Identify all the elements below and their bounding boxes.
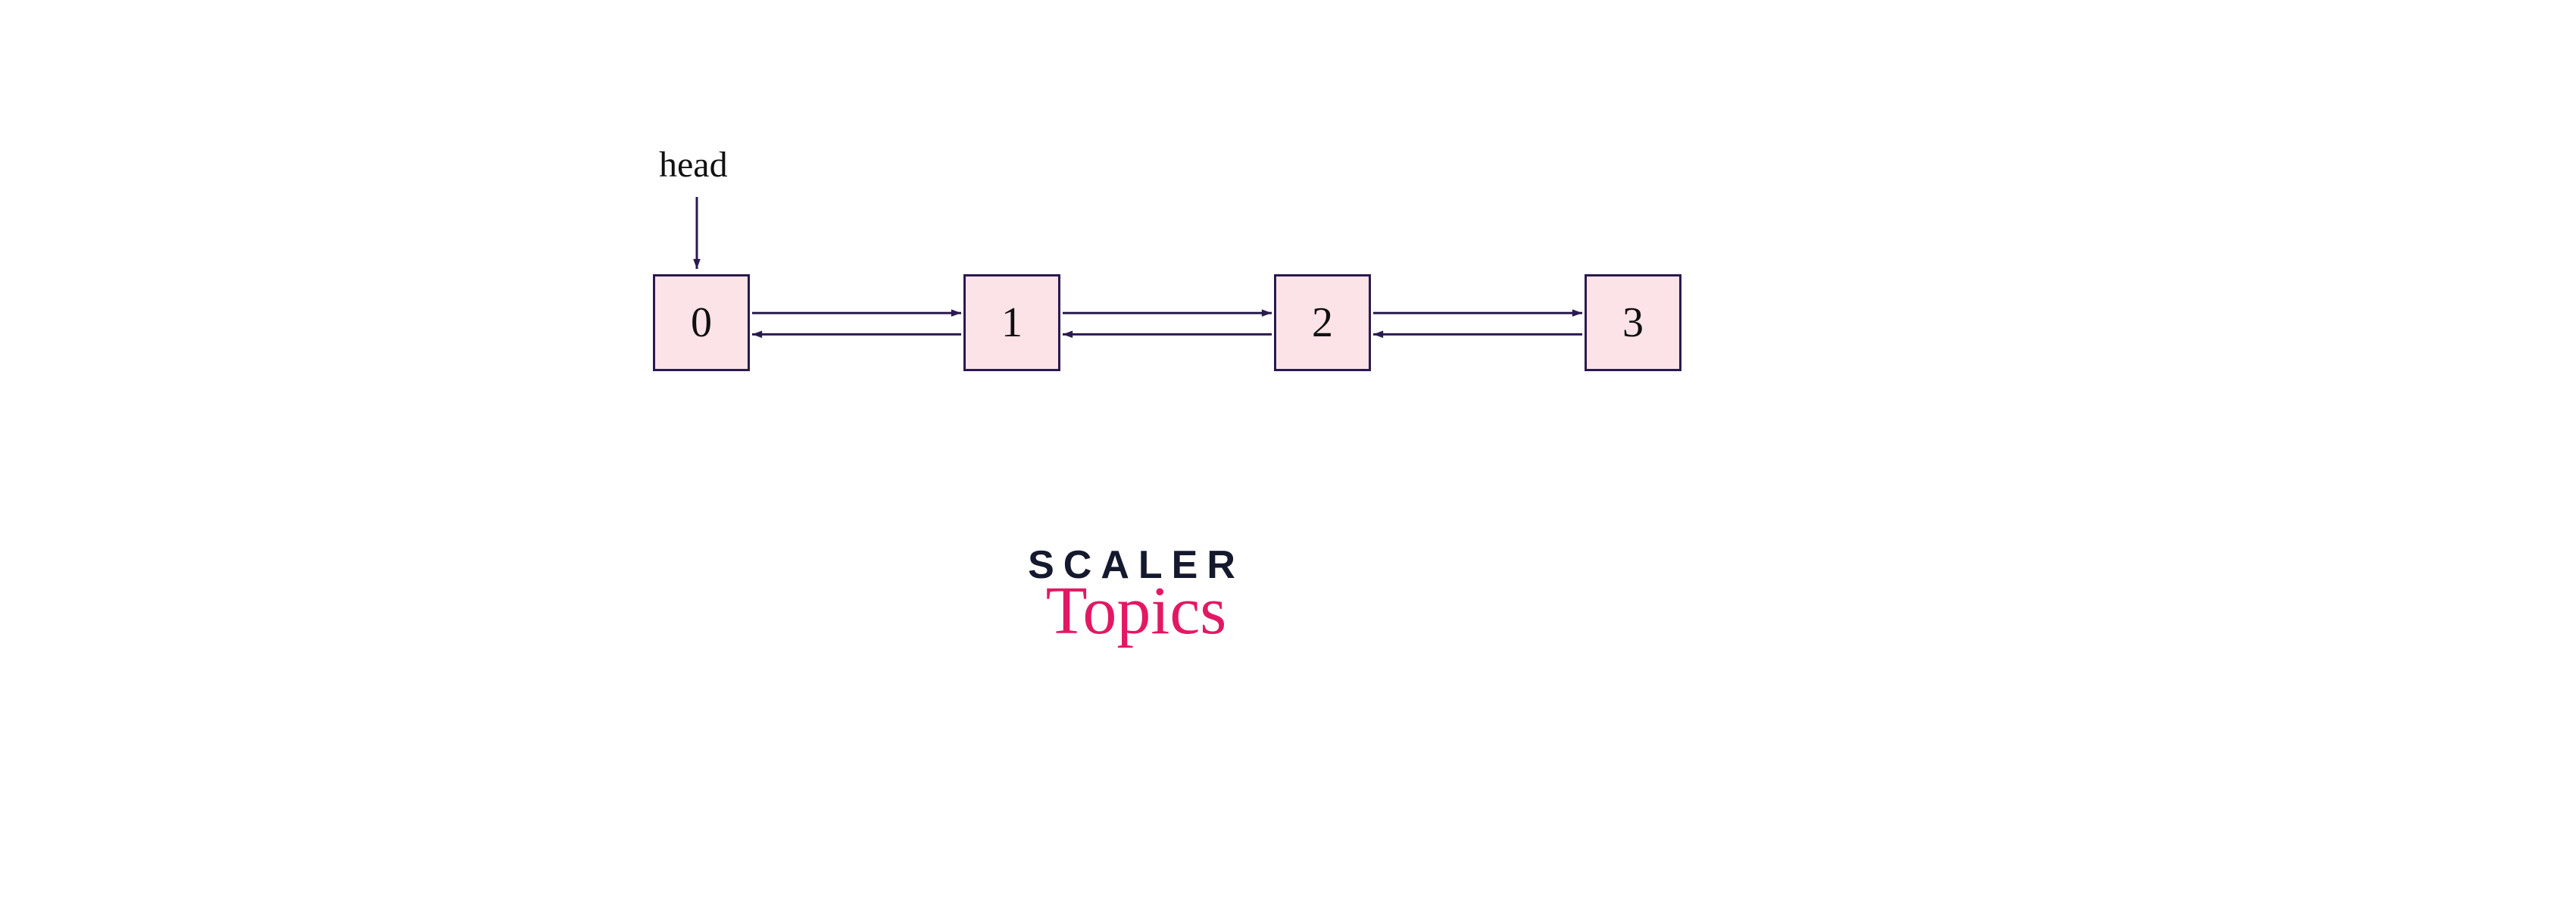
list-node-0: 0 bbox=[653, 274, 750, 371]
brand-logo: SCALER Topics bbox=[947, 545, 1325, 645]
head-label: head bbox=[659, 144, 728, 186]
list-node-1: 1 bbox=[963, 274, 1060, 371]
diagram-canvas: head 0 1 2 3 SCALER Topics bbox=[0, 0, 2576, 909]
list-node-3: 3 bbox=[1585, 274, 1681, 371]
logo-line2: Topics bbox=[947, 577, 1325, 645]
arrow-layer bbox=[0, 0, 2576, 909]
list-node-2: 2 bbox=[1274, 274, 1371, 371]
